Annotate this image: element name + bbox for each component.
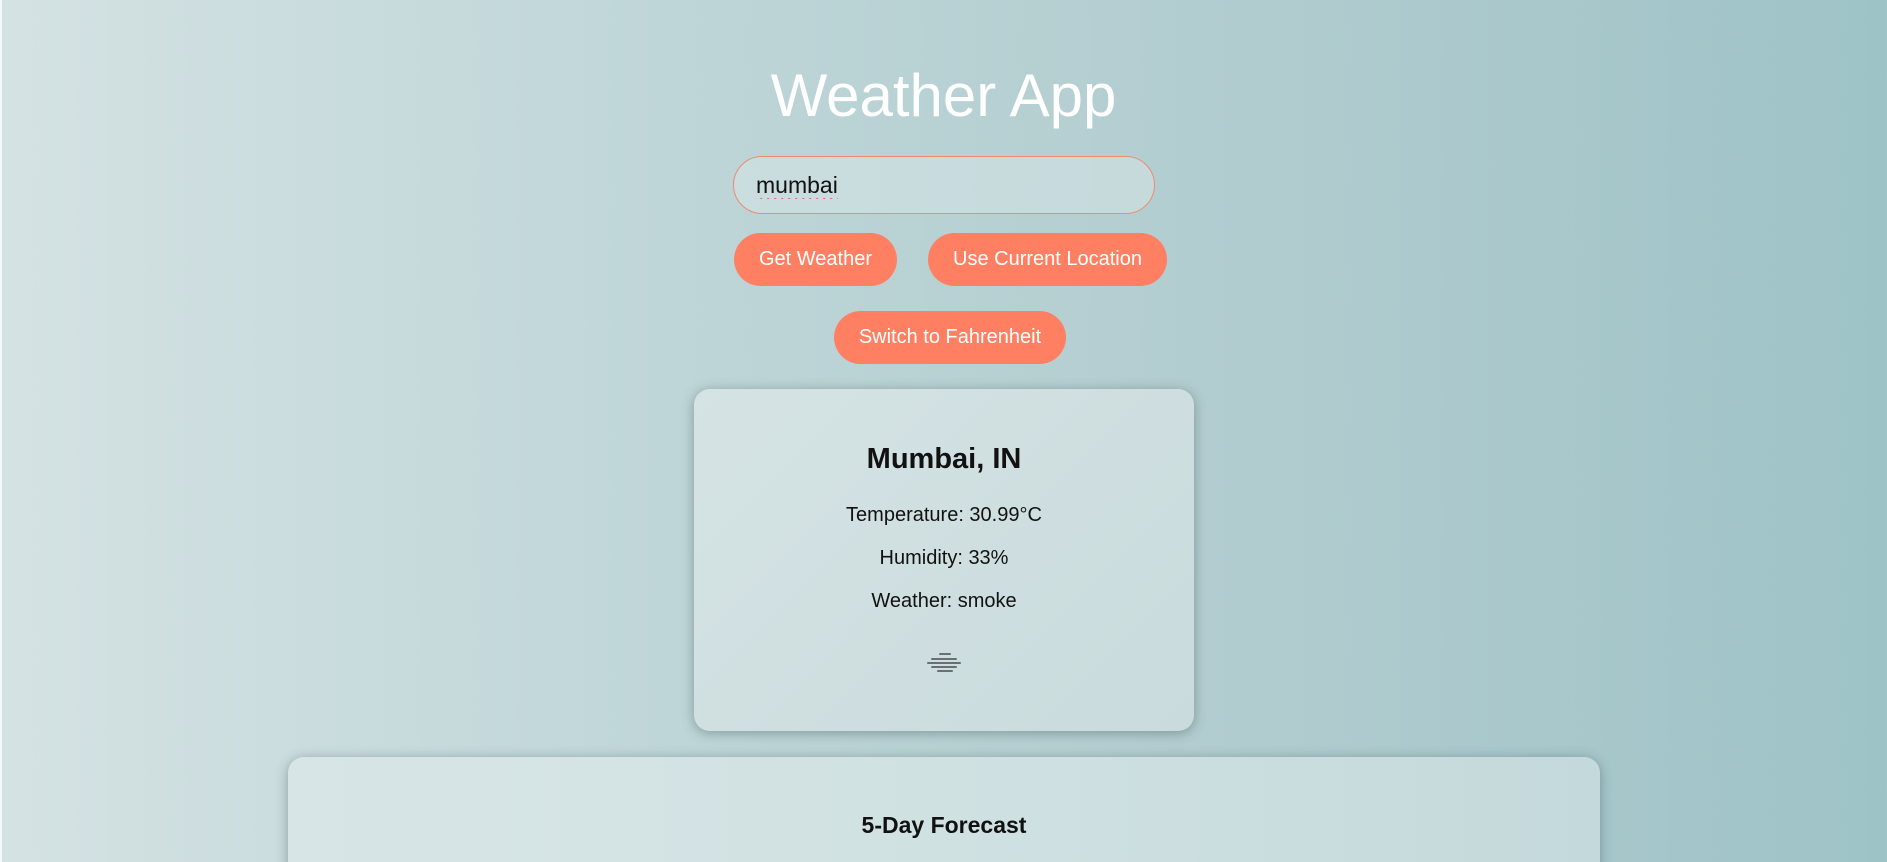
temperature-text: Temperature: 30.99°C [846, 504, 1042, 526]
forecast-card: 5-Day Forecast [288, 757, 1600, 862]
get-weather-button[interactable]: Get Weather [734, 233, 897, 286]
humidity-text: Humidity: 33% [879, 547, 1009, 569]
smoke-icon [927, 653, 961, 672]
switch-unit-button[interactable]: Switch to Fahrenheit [834, 311, 1066, 364]
weather-description: Weather: smoke [871, 590, 1017, 612]
city-search-input[interactable] [733, 156, 1155, 214]
use-current-location-button[interactable]: Use Current Location [928, 233, 1167, 286]
current-weather-card: Mumbai, IN Temperature: 30.99°C Humidity… [694, 389, 1194, 731]
city-name: Mumbai, IN [866, 443, 1022, 475]
page-title: Weather App [770, 62, 1117, 129]
forecast-title: 5-Day Forecast [861, 812, 1027, 838]
